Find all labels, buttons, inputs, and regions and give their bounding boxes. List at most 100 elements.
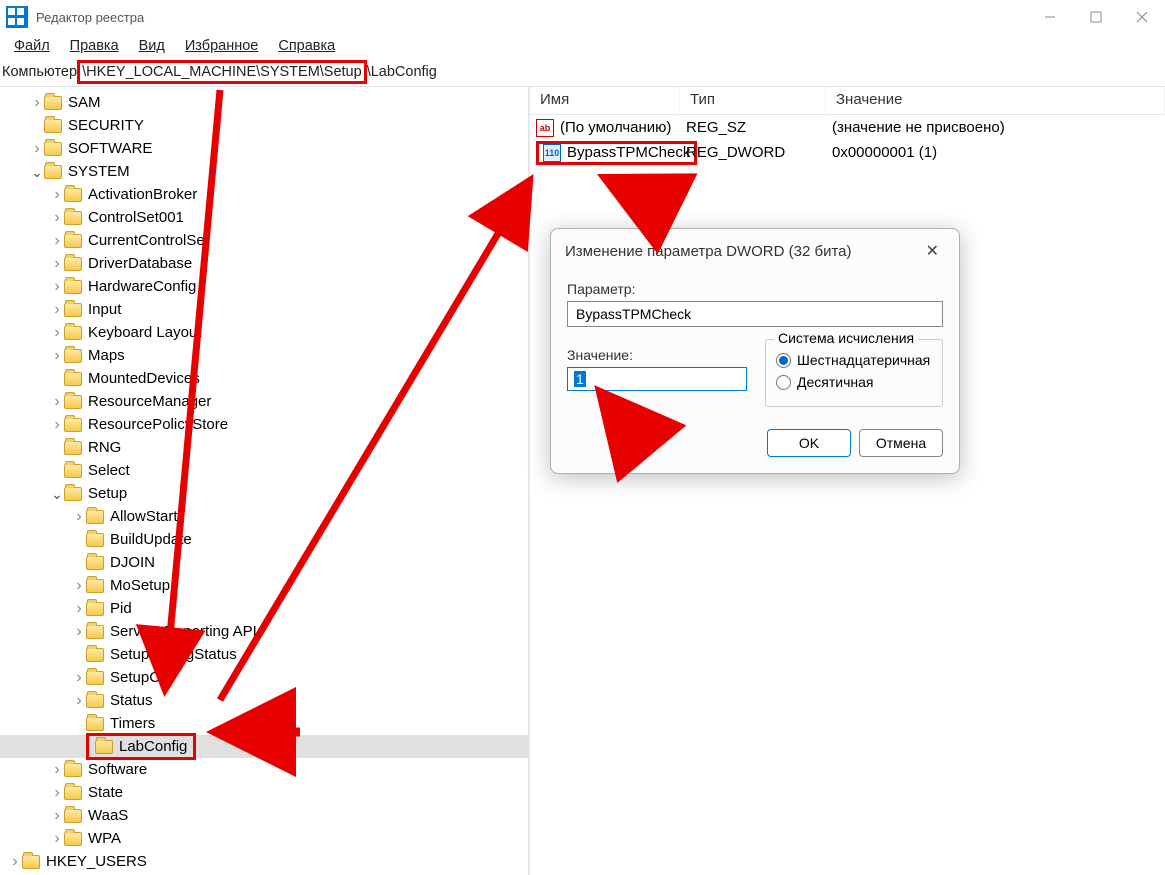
chevron-icon[interactable] xyxy=(50,764,64,776)
folder-icon xyxy=(86,510,104,524)
tree-item-input[interactable]: Input xyxy=(0,298,528,321)
radio-dec[interactable]: Десятичная xyxy=(776,374,932,390)
chevron-icon[interactable] xyxy=(50,396,64,408)
tree-item-timers[interactable]: Timers xyxy=(0,712,528,735)
folder-icon xyxy=(86,694,104,708)
tree-label: ResourceManager xyxy=(88,393,211,410)
value-list[interactable]: Имя Тип Значение ab(По умолчанию)REG_SZ(… xyxy=(530,87,1165,875)
folder-icon xyxy=(64,487,82,501)
tree-label: ActivationBroker xyxy=(88,186,197,203)
tree-item-rng[interactable]: RNG xyxy=(0,436,528,459)
tree-item-currentcontrolset[interactable]: CurrentControlSet xyxy=(0,229,528,252)
chevron-icon[interactable] xyxy=(50,212,64,224)
chevron-icon[interactable] xyxy=(50,189,64,201)
col-value[interactable]: Значение xyxy=(826,87,1165,114)
chevron-icon[interactable] xyxy=(50,235,64,247)
close-button[interactable] xyxy=(1119,0,1165,34)
tree-item-setupapilogstatus[interactable]: SetupapiLogStatus xyxy=(0,643,528,666)
app-icon xyxy=(6,6,28,28)
tree-item-wpa[interactable]: WPA xyxy=(0,827,528,850)
tree-item-allowstart[interactable]: AllowStart xyxy=(0,505,528,528)
reg-sz-icon: ab xyxy=(536,119,554,137)
menu-edit[interactable]: Правка xyxy=(60,36,129,56)
tree-item-controlset001[interactable]: ControlSet001 xyxy=(0,206,528,229)
tree-item-software[interactable]: SOFTWARE xyxy=(0,137,528,160)
maximize-button[interactable] xyxy=(1073,0,1119,34)
tree-item-resourcepolicystore[interactable]: ResourcePolicyStore xyxy=(0,413,528,436)
tree-item-status[interactable]: Status xyxy=(0,689,528,712)
chevron-icon[interactable] xyxy=(72,672,86,684)
tree-item-pid[interactable]: Pid xyxy=(0,597,528,620)
chevron-icon[interactable] xyxy=(72,580,86,592)
chevron-icon[interactable] xyxy=(50,419,64,431)
chevron-icon[interactable] xyxy=(8,856,22,868)
folder-icon xyxy=(44,119,62,133)
tree-item-resourcemanager[interactable]: ResourceManager xyxy=(0,390,528,413)
tree-item-waas[interactable]: WaaS xyxy=(0,804,528,827)
tree-item-djoin[interactable]: DJOIN xyxy=(0,551,528,574)
chevron-icon[interactable] xyxy=(72,603,86,615)
folder-icon xyxy=(86,648,104,662)
tree-item-keyboard-layout[interactable]: Keyboard Layout xyxy=(0,321,528,344)
folder-icon xyxy=(64,809,82,823)
chevron-icon[interactable] xyxy=(50,833,64,845)
chevron-icon[interactable] xyxy=(72,511,86,523)
registry-tree[interactable]: SAMSECURITYSOFTWARESYSTEM ActivationBroke… xyxy=(0,87,530,875)
menu-help[interactable]: Справка xyxy=(268,36,345,56)
chevron-icon[interactable] xyxy=(30,143,44,155)
chevron-icon[interactable] xyxy=(50,327,64,339)
chevron-icon[interactable] xyxy=(72,626,86,638)
folder-icon xyxy=(95,740,113,754)
tree-item-buildupdate[interactable]: BuildUpdate xyxy=(0,528,528,551)
col-type[interactable]: Тип xyxy=(680,87,826,114)
value-input[interactable]: 1 xyxy=(567,367,747,391)
tree-item-driverdatabase[interactable]: DriverDatabase xyxy=(0,252,528,275)
menu-view[interactable]: Вид xyxy=(129,36,175,56)
chevron-icon[interactable] xyxy=(50,787,64,799)
folder-icon xyxy=(64,303,82,317)
tree-item-hardwareconfig[interactable]: HardwareConfig xyxy=(0,275,528,298)
radio-hex[interactable]: Шестнадцатеричная xyxy=(776,352,932,368)
tree-item-software[interactable]: Software xyxy=(0,758,528,781)
address-bar[interactable]: Компьютер \HKEY_LOCAL_MACHINE\SYSTEM\Set… xyxy=(0,58,1165,86)
address-tail: \LabConfig xyxy=(367,64,437,80)
tree-item-setup[interactable]: Setup xyxy=(0,482,528,505)
minimize-button[interactable] xyxy=(1027,0,1073,34)
tree-item-select[interactable]: Select xyxy=(0,459,528,482)
cancel-button[interactable]: Отмена xyxy=(859,429,943,457)
tree-label: Service Reporting API xyxy=(110,623,257,640)
chevron-icon[interactable] xyxy=(50,304,64,316)
menu-favorites[interactable]: Избранное xyxy=(175,36,268,56)
dialog-close-button[interactable]: ✕ xyxy=(920,239,945,263)
chevron-icon[interactable] xyxy=(50,350,64,362)
tree-item-setupci[interactable]: SetupCI xyxy=(0,666,528,689)
tree-item-service-reporting-api[interactable]: Service Reporting API xyxy=(0,620,528,643)
address-prefix: Компьютер xyxy=(2,64,77,80)
chevron-icon[interactable] xyxy=(50,491,64,497)
chevron-icon[interactable] xyxy=(50,258,64,270)
value-data: 0x00000001 (1) xyxy=(832,144,1165,161)
tree-item-security[interactable]: SECURITY xyxy=(0,114,528,137)
tree-item-sam[interactable]: SAM xyxy=(0,91,528,114)
chevron-icon[interactable] xyxy=(50,810,64,822)
chevron-icon[interactable] xyxy=(30,97,44,109)
tree-label: Status xyxy=(110,692,153,709)
tree-item-state[interactable]: State xyxy=(0,781,528,804)
chevron-icon[interactable] xyxy=(72,695,86,707)
tree-item-activationbroker[interactable]: ActivationBroker xyxy=(0,183,528,206)
tree-item-maps[interactable]: Maps xyxy=(0,344,528,367)
tree-item-system[interactable]: SYSTEM xyxy=(0,160,528,183)
chevron-icon[interactable] xyxy=(30,169,44,175)
tree-item-labconfig[interactable]: LabConfig xyxy=(0,735,528,758)
col-name[interactable]: Имя xyxy=(530,87,680,114)
chevron-icon[interactable] xyxy=(50,281,64,293)
tree-item-mosetup[interactable]: MoSetup xyxy=(0,574,528,597)
folder-icon xyxy=(86,533,104,547)
tree-item-mounteddevices[interactable]: MountedDevices xyxy=(0,367,528,390)
value-row[interactable]: ab(По умолчанию)REG_SZ(значение не присв… xyxy=(530,115,1165,140)
ok-button[interactable]: OK xyxy=(767,429,851,457)
tree-label: HardwareConfig xyxy=(88,278,196,295)
tree-item-hkey_users[interactable]: HKEY_USERS xyxy=(0,850,528,873)
menu-file[interactable]: Файл xyxy=(4,36,60,56)
value-row[interactable]: 110BypassTPMCheckREG_DWORD0x00000001 (1) xyxy=(530,140,1165,165)
